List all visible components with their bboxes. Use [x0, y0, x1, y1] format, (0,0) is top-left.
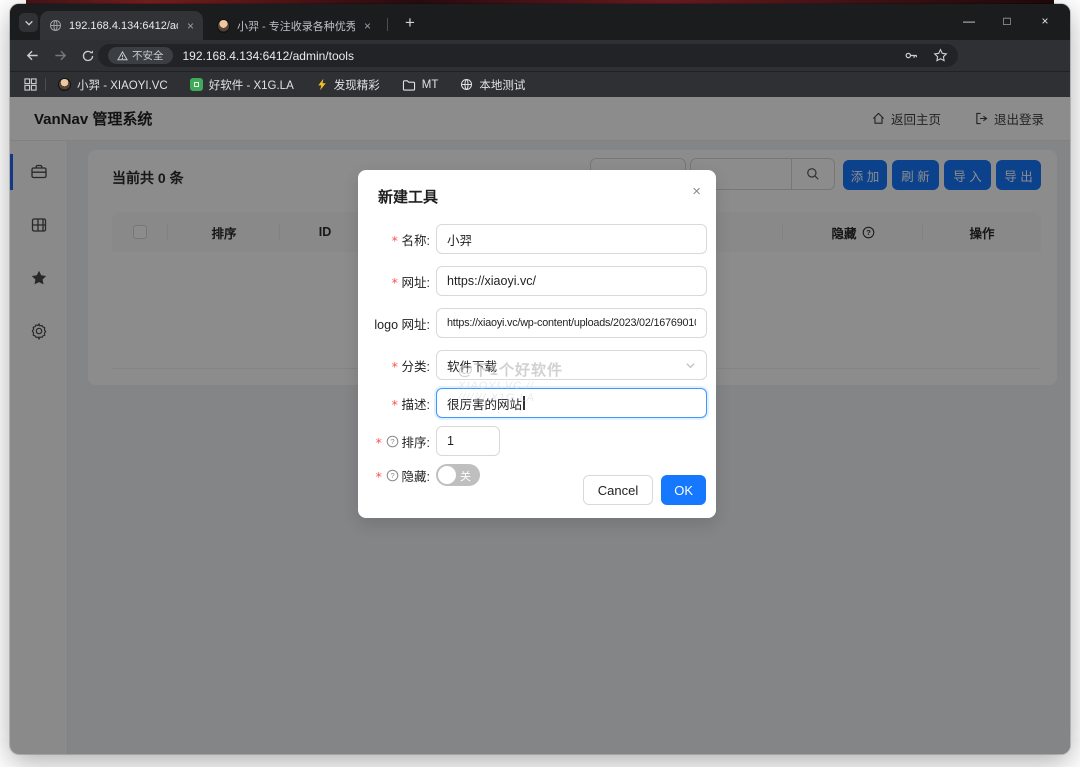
bookmark-discover[interactable]: 发现精彩 — [316, 77, 380, 93]
name-label: * 名称: — [364, 230, 430, 249]
name-input[interactable] — [436, 224, 707, 254]
modal-title: 新建工具 — [358, 186, 716, 210]
required-mark: * — [391, 397, 399, 412]
password-key-icon[interactable] — [904, 48, 919, 63]
logo-url-label: logo 网址: — [364, 314, 430, 333]
toggle-off-label: 关 — [460, 468, 471, 484]
description-label: * 描述: — [364, 394, 430, 413]
reload-icon — [81, 49, 95, 63]
category-selected-value: 软件下载 — [447, 356, 497, 375]
screenshot-root: 192.168.4.134:6412/admin/to × 小羿 - 专注收录各… — [0, 0, 1080, 767]
tab-close-icon[interactable]: × — [364, 19, 371, 33]
required-mark: * — [391, 359, 399, 374]
tab-title: 小羿 - 专注收录各种优秀软件！ — [237, 18, 355, 34]
new-tab-button[interactable]: + — [398, 11, 422, 35]
avatar-favicon — [217, 19, 230, 33]
browser-toolbar: 不安全 192.168.4.134:6412/admin/tools — [10, 40, 1070, 71]
lightning-icon — [316, 78, 328, 91]
globe-icon — [460, 78, 473, 91]
chevron-down-icon — [685, 360, 696, 371]
bookmark-x1g[interactable]: 好软件 - X1G.LA — [190, 77, 294, 93]
bookmark-label: 好软件 - X1G.LA — [209, 77, 294, 93]
close-button[interactable]: × — [1026, 4, 1064, 38]
bookmark-label: 本地测试 — [479, 77, 525, 93]
bookmark-label: MT — [422, 79, 439, 91]
bookmark-localtest[interactable]: 本地测试 — [460, 77, 525, 93]
required-mark: * — [375, 469, 383, 484]
bookmark-label: 发现精彩 — [334, 77, 380, 93]
security-badge[interactable]: 不安全 — [108, 47, 173, 64]
security-badge-label: 不安全 — [132, 48, 164, 63]
svg-text:?: ? — [390, 471, 394, 480]
green-app-favicon — [190, 78, 203, 91]
description-input[interactable]: 很厉害的网站 — [436, 388, 707, 418]
window-controls: — □ × — [950, 4, 1064, 38]
ok-button[interactable]: OK — [661, 475, 706, 505]
tab-search-button[interactable] — [19, 13, 38, 32]
tab-strip: 192.168.4.134:6412/admin/to × 小羿 - 专注收录各… — [10, 4, 1070, 40]
back-arrow-icon — [25, 48, 40, 63]
question-circle-icon[interactable]: ? — [386, 435, 399, 448]
category-label: * 分类: — [364, 356, 430, 375]
category-select[interactable]: 软件下载 — [436, 350, 707, 380]
maximize-button[interactable]: □ — [988, 4, 1026, 38]
hidden-label: * ? 隐藏: — [364, 466, 430, 485]
url-label: * 网址: — [364, 272, 430, 291]
tab-xiaoyi[interactable]: 小羿 - 专注收录各种优秀软件！ × — [208, 11, 380, 40]
tab-admin-tools[interactable]: 192.168.4.134:6412/admin/to × — [40, 11, 203, 40]
bookmark-xiaoyi[interactable]: 小羿 - XIAOYI.VC — [58, 77, 168, 93]
globe-icon — [49, 19, 62, 32]
tab-separator — [387, 18, 388, 31]
toggle-knob — [438, 466, 456, 484]
required-mark: * — [375, 435, 383, 450]
bookmark-label: 小羿 - XIAOYI.VC — [77, 77, 168, 93]
sort-field-row: * ? 排序: — [358, 426, 716, 456]
text-cursor — [523, 396, 525, 410]
svg-text:?: ? — [390, 437, 394, 446]
browser-window: 192.168.4.134:6412/admin/to × 小羿 - 专注收录各… — [10, 4, 1070, 754]
folder-icon — [402, 79, 416, 91]
required-mark: * — [391, 275, 399, 290]
modal-footer: Cancel OK — [583, 475, 706, 505]
bookmarks-bar: 小羿 - XIAOYI.VC 好软件 - X1G.LA 发现精彩 MT 本地测试 — [10, 71, 1070, 97]
forward-button[interactable] — [46, 48, 74, 63]
url-input[interactable] — [436, 266, 707, 296]
logo-field-row: logo 网址: — [358, 308, 716, 338]
url-field-row: * 网址: — [358, 266, 716, 296]
bookmarks-separator — [45, 78, 46, 91]
apps-grid-icon[interactable] — [24, 78, 37, 91]
forward-arrow-icon — [53, 48, 68, 63]
question-circle-icon[interactable]: ? — [386, 469, 399, 482]
description-field-row: * 描述: 很厉害的网站 — [358, 388, 716, 418]
tab-close-icon[interactable]: × — [187, 19, 194, 33]
modal-close-icon[interactable]: × — [692, 183, 701, 200]
warning-triangle-icon — [117, 51, 128, 61]
required-mark: * — [391, 233, 399, 248]
address-bar[interactable]: 不安全 192.168.4.134:6412/admin/tools — [98, 44, 958, 67]
new-tool-modal: 新建工具 × * 名称: * 网址: — [358, 170, 716, 518]
description-value: 很厉害的网站 — [447, 394, 522, 413]
back-button[interactable] — [18, 48, 46, 63]
vannav-admin-page: VanNav 管理系统 返回主页 退出登录 — [10, 97, 1070, 754]
hidden-toggle[interactable]: 关 — [436, 464, 480, 486]
category-field-row: * 分类: 软件下载 — [358, 350, 716, 380]
sort-input[interactable] — [436, 426, 500, 456]
minimize-button[interactable]: — — [950, 4, 988, 38]
sort-label: * ? 排序: — [364, 432, 430, 451]
logo-url-input[interactable] — [436, 308, 707, 338]
bookmark-star-icon[interactable] — [933, 48, 948, 63]
name-field-row: * 名称: — [358, 224, 716, 254]
avatar-favicon — [58, 78, 71, 91]
omnibox-icons — [904, 48, 948, 63]
tab-title: 192.168.4.134:6412/admin/to — [69, 20, 178, 32]
url-text: 192.168.4.134:6412/admin/tools — [183, 49, 905, 63]
cancel-button[interactable]: Cancel — [583, 475, 653, 505]
bookmark-folder-mt[interactable]: MT — [402, 79, 439, 91]
chevron-down-icon — [24, 18, 34, 28]
